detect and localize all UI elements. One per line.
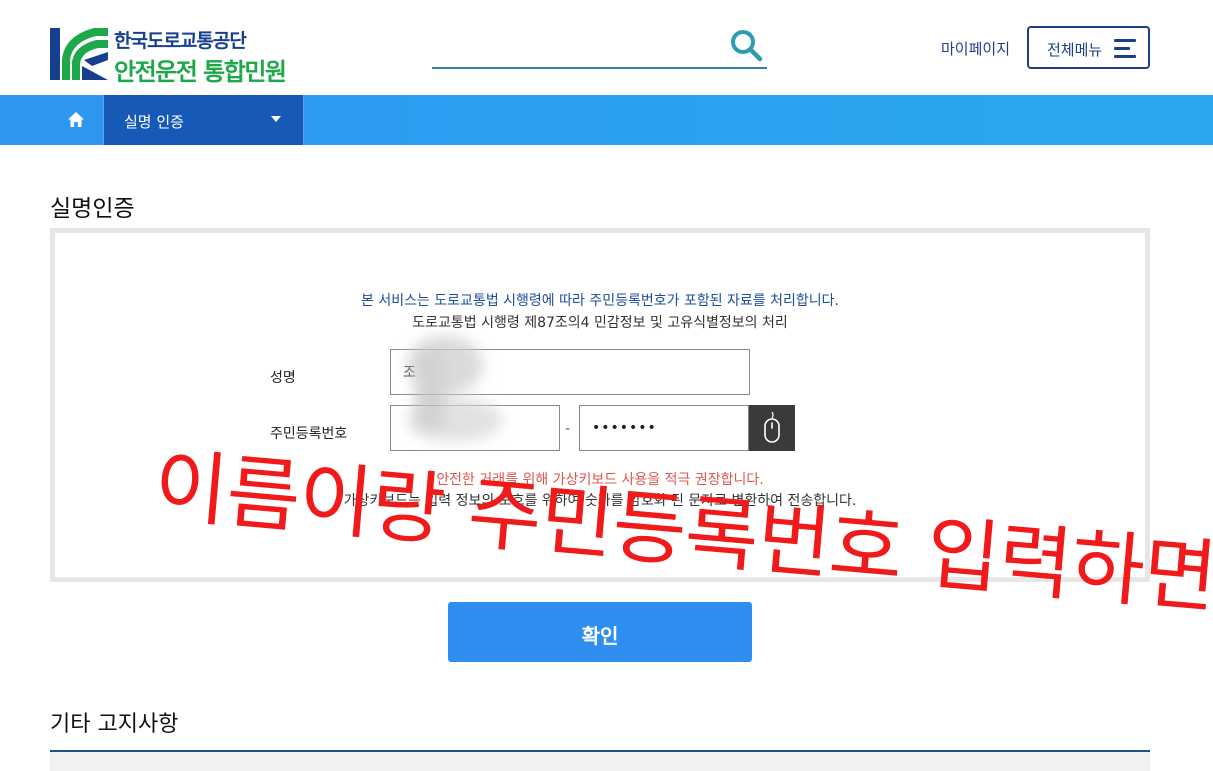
hamburger-menu-icon: [1114, 39, 1138, 58]
koroad-logo-icon: [50, 26, 108, 80]
home-button[interactable]: [50, 95, 103, 145]
privacy-notice: 본 서비스는 도로교통법 시행령에 따라 주민등록번호가 포함된 자료를 처리합…: [361, 293, 839, 309]
confirm-button[interactable]: 확인: [448, 602, 752, 662]
mypage-link[interactable]: 마이페이지: [941, 38, 1010, 59]
all-menu-button[interactable]: 전체메뉴: [1027, 26, 1150, 69]
legal-basis-notice: 도로교통법 시행령 제87조의4 민감정보 및 고유식별정보의 처리: [412, 315, 788, 331]
logo-org-name: 한국도로교통공단: [114, 30, 247, 52]
other-notices-title: 기타 고지사항: [50, 712, 179, 737]
mouse-icon: [764, 412, 780, 443]
site-header: 한국도로교통공단 안전운전 통합민원 마이페이지 전체메뉴: [0, 0, 1213, 95]
rrn-separator: -: [565, 421, 571, 437]
virtual-keyboard-button[interactable]: [749, 405, 795, 451]
name-label: 성명: [270, 370, 296, 386]
other-notices-body: [50, 752, 1150, 771]
search-bar[interactable]: [432, 28, 767, 69]
search-icon[interactable]: [729, 28, 763, 62]
nav-dropdown-label: 실명 인증: [124, 113, 184, 131]
caret-down-icon: [271, 116, 281, 122]
confirm-button-label: 확인: [581, 626, 619, 648]
logo-service-name: 안전운전 통합민원: [114, 58, 287, 86]
home-icon: [68, 112, 84, 127]
privacy-blur-overlay: [407, 335, 503, 442]
rrn-back-input[interactable]: •••••••: [579, 405, 749, 451]
page-title: 실명인증: [50, 196, 135, 222]
nav-dropdown-realname-auth[interactable]: 실명 인증: [103, 95, 304, 145]
all-menu-label: 전체메뉴: [1047, 41, 1103, 59]
site-logo[interactable]: 한국도로교통공단 안전운전 통합민원: [50, 26, 310, 86]
rrn-label: 주민등록번호: [270, 426, 348, 442]
nav-bar: 실명 인증: [0, 95, 1213, 145]
